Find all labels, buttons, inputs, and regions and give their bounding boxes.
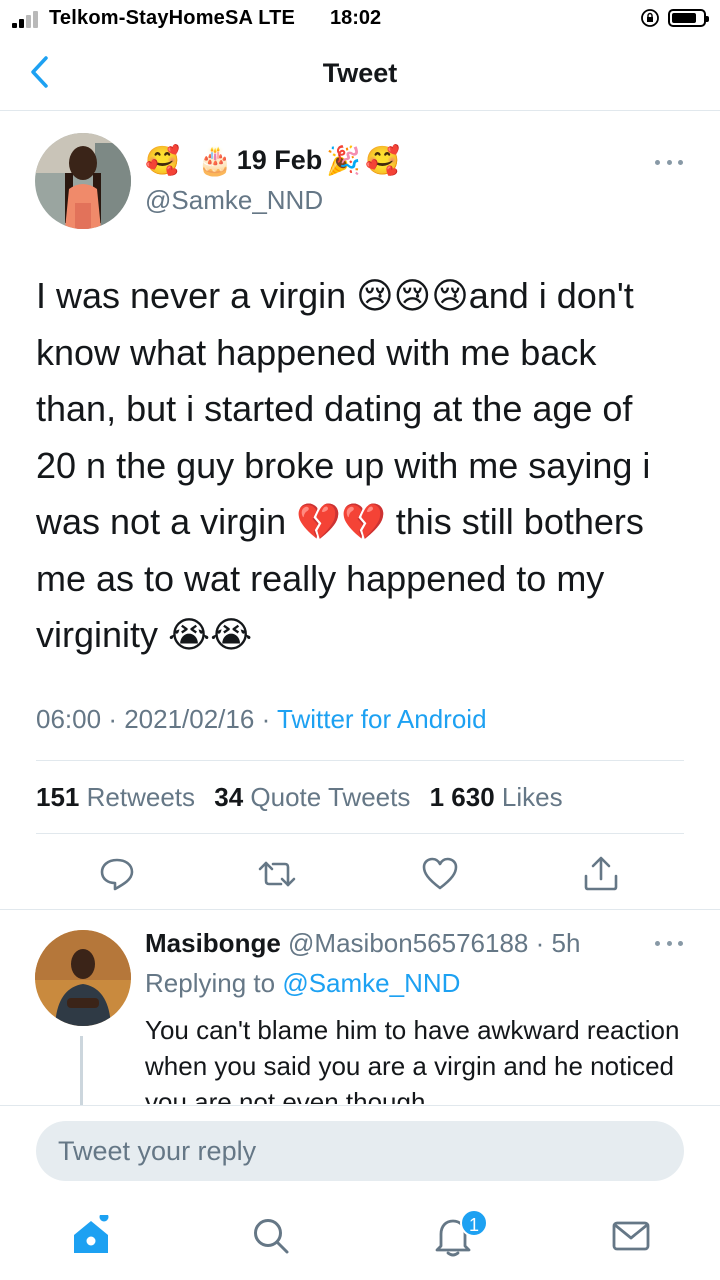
tweet-time: 06:00 <box>36 704 102 734</box>
replying-to-handle[interactable]: @Samke_NND <box>282 968 460 998</box>
reply-author-avatar[interactable] <box>35 930 131 1026</box>
carrier-label: Telkom-StayHomeSA LTE <box>49 7 296 29</box>
tweet-text-line: I was never a virgin 😢😢😢and i don't <box>36 275 634 316</box>
smiling-hearts-emoji: 🥰 <box>365 144 401 176</box>
reply-author-name[interactable]: Masibonge <box>145 928 281 958</box>
reply-time: 5h <box>551 928 581 958</box>
reply-header[interactable]: Masibonge @Masibon56576188 · 5h <box>145 928 580 959</box>
reply-input[interactable]: Tweet your reply <box>36 1121 684 1181</box>
tweet-text-line: me as to wat really happened to my <box>36 557 605 599</box>
tweet-text-line: was not a virgin 💔💔 this still bothers <box>36 501 644 542</box>
tab-bar <box>0 1197 720 1280</box>
divider <box>0 909 720 910</box>
status-time: 18:02 <box>330 7 382 29</box>
page-title: Tweet <box>322 58 398 88</box>
thread-line <box>80 1036 83 1106</box>
more-options-icon[interactable] <box>655 157 683 167</box>
likes-stat[interactable]: 1 630 Likes <box>430 782 563 812</box>
tweet-text: I was never a virgin 😢😢😢and i don't know… <box>36 268 696 664</box>
orientation-lock-icon <box>641 9 659 27</box>
replying-to: Replying to @Samke_NND <box>145 968 460 999</box>
tweet-text-line: than, but i started dating at the age of <box>36 388 633 429</box>
author-display-name[interactable]: 🥰 🎂 19 Feb 🎉 🥰 <box>145 145 400 176</box>
reply-more-options-icon[interactable] <box>655 938 683 948</box>
reply-author-handle[interactable]: @Masibon56576188 <box>288 928 528 958</box>
home-icon[interactable] <box>70 1215 112 1257</box>
signal-icon <box>12 10 42 28</box>
tweet-text-line: 20 n the guy broke up with me saying i <box>36 444 651 486</box>
tweet-text-line: know what happened with me back <box>36 331 597 373</box>
battery-icon <box>668 9 709 27</box>
tweet-stats: 151 Retweets 34 Quote Tweets 1 630 Likes <box>36 782 563 813</box>
author-handle[interactable]: @Samke_NND <box>145 185 323 216</box>
tweet-text-line: virginity 😭😭 <box>36 614 253 655</box>
party-popper-emoji: 🎉 <box>326 144 362 176</box>
reply-composer-bar: Tweet your reply <box>0 1105 720 1197</box>
author-avatar[interactable] <box>35 133 131 229</box>
display-name-text: 19 Feb <box>236 145 323 175</box>
tweet-meta: 06:00 · 2021/02/16 · Twitter for Android <box>36 704 487 734</box>
search-icon[interactable] <box>250 1215 292 1257</box>
tweet-date: 2021/02/16 <box>124 704 255 734</box>
retweet-icon[interactable] <box>257 854 297 894</box>
birthday-cake-emoji: 🎂 <box>197 144 233 176</box>
divider <box>36 760 684 761</box>
notifications-badge: 1 <box>460 1209 488 1237</box>
retweets-stat[interactable]: 151 Retweets <box>36 782 195 812</box>
reply-icon[interactable] <box>97 854 137 894</box>
quote-tweets-stat[interactable]: 34 Quote Tweets <box>214 782 410 812</box>
smiling-hearts-emoji: 🥰 <box>145 144 180 176</box>
reply-text: You can't blame him to have awkward reac… <box>145 1015 680 1104</box>
divider <box>36 833 684 834</box>
like-heart-icon[interactable] <box>420 854 460 894</box>
status-bar: Telkom-StayHomeSA LTE 18:02 <box>0 0 720 38</box>
messages-mail-icon[interactable] <box>610 1215 652 1257</box>
tweet-source-link[interactable]: Twitter for Android <box>277 704 487 734</box>
nav-header: Tweet <box>0 38 720 111</box>
replying-to-prefix: Replying to <box>145 968 276 998</box>
share-icon[interactable] <box>581 854 621 894</box>
